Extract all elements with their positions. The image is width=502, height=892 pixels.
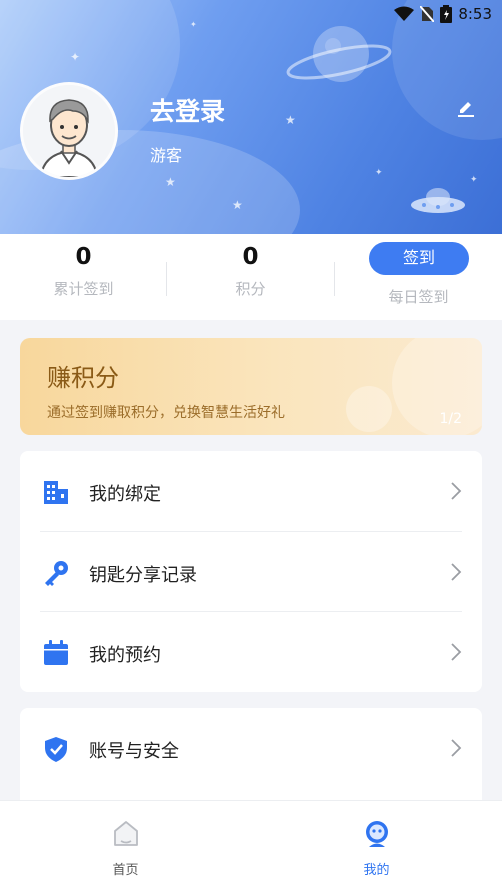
menu-card-primary: 我的绑定 钥匙分享记录 我的预约 [20, 451, 482, 692]
ufo-icon [411, 188, 465, 213]
chevron-right-icon [451, 643, 462, 661]
chevron-right-icon [451, 482, 462, 500]
chevron-right-icon [451, 563, 462, 581]
total-checkin-label: 累计签到 [53, 280, 114, 298]
wifi-icon [394, 6, 415, 21]
checkin-button[interactable]: 签到 [369, 242, 469, 275]
star-decoration: ✦ [190, 20, 197, 29]
earn-points-banner[interactable]: 赚积分 通过签到赚取积分，兑换智慧生活好礼 1/2 [20, 338, 482, 435]
menu-item-account-security[interactable]: 账号与安全 [20, 708, 482, 788]
profile-header: ✦ ★ ★ ★ ✦ ✦ ✦ 8:53 去登录 游客 [0, 0, 502, 234]
star-decoration: ✦ [470, 175, 478, 185]
points-value: 0 [242, 244, 259, 270]
points-label: 积分 [235, 280, 266, 298]
planet-icon [286, 26, 392, 82]
profile-robot-icon [365, 821, 388, 847]
home-icon [113, 821, 138, 846]
menu-item-my-reservations[interactable]: 我的预约 [20, 612, 482, 692]
menu-item-label: 我的预约 [89, 645, 161, 666]
status-time: 8:53 [458, 5, 492, 23]
star-decoration: ★ [165, 175, 176, 189]
stat-total-checkin[interactable]: 0 累计签到 [0, 244, 167, 299]
menu-item-label: 钥匙分享记录 [89, 565, 197, 586]
chevron-right-icon [451, 739, 462, 757]
star-decoration: ✦ [375, 168, 383, 178]
shield-icon [45, 737, 67, 762]
banner-pager: 1/2 [439, 411, 462, 427]
stat-points[interactable]: 0 积分 [167, 244, 334, 299]
star-decoration: ✦ [70, 50, 81, 64]
menu-item-label: 我的绑定 [89, 484, 161, 505]
star-decoration: ★ [285, 113, 296, 127]
user-avatar-icon [23, 85, 115, 177]
menu-item-my-bindings[interactable]: 我的绑定 [20, 451, 482, 531]
status-bar: 8:53 [362, 0, 502, 28]
no-sim-icon [420, 6, 435, 22]
tab-mine[interactable]: 我的 [251, 819, 502, 878]
calendar-icon [44, 640, 68, 665]
login-link[interactable]: 去登录 [150, 92, 225, 128]
total-checkin-value: 0 [75, 244, 92, 270]
banner-decoration [392, 338, 482, 435]
banner-title: 赚积分 [47, 364, 119, 392]
daily-checkin-label: 每日签到 [388, 288, 449, 306]
tab-home[interactable]: 首页 [0, 819, 251, 878]
banner-decoration [346, 386, 392, 432]
battery-icon [440, 5, 453, 23]
tab-mine-label: 我的 [363, 863, 390, 878]
bottom-tab-bar: 首页 我的 [0, 800, 502, 892]
banner-subtitle: 通过签到赚取积分，兑换智慧生活好礼 [47, 405, 285, 421]
avatar[interactable] [20, 82, 118, 180]
building-icon [44, 481, 68, 504]
menu-item-key-share-records[interactable]: 钥匙分享记录 [20, 532, 482, 612]
menu-item-label: 账号与安全 [89, 741, 179, 762]
tab-home-label: 首页 [112, 863, 139, 878]
user-role-label: 游客 [150, 146, 183, 165]
edit-icon[interactable] [456, 98, 476, 118]
key-icon [45, 561, 68, 586]
star-decoration: ★ [232, 198, 243, 212]
